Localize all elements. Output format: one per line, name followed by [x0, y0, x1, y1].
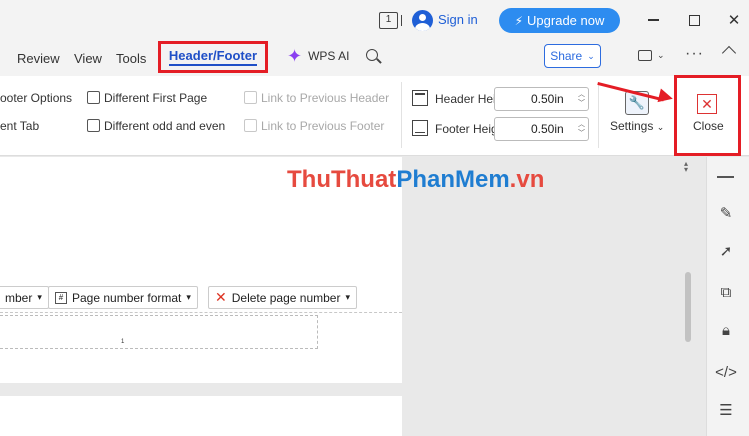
minimize-icon	[647, 19, 659, 21]
tab-header-footer[interactable]: Header/Footer	[158, 41, 268, 73]
document-page[interactable]	[0, 396, 402, 436]
scroll-top-icon[interactable]: ▴ ▾	[684, 160, 688, 174]
link-previous-header-checkbox	[244, 91, 257, 104]
toolbar-divider	[717, 176, 734, 178]
ribbon	[0, 76, 749, 156]
page-number-button[interactable]: mber ▾	[0, 286, 49, 309]
menu-review[interactable]: Review	[17, 51, 60, 66]
header-height-value: 0.50in	[531, 92, 564, 106]
delete-page-number-button[interactable]: ✕ Delete page number ▾	[208, 286, 358, 309]
maximize-button[interactable]	[682, 8, 706, 32]
delete-icon: ✕	[215, 289, 227, 305]
footer-height-stepper[interactable]: ︿ ﹀	[578, 120, 585, 138]
delete-page-number-label: Delete page number	[231, 290, 341, 305]
search-icon[interactable]	[366, 49, 378, 61]
footer-height-value: 0.50in	[531, 122, 564, 136]
footer-frame[interactable]	[0, 315, 318, 349]
footer-options-button[interactable]: ooter Options	[0, 91, 72, 105]
sparkle-icon: ✦	[287, 46, 303, 66]
maximize-icon	[688, 14, 700, 26]
menu-tools[interactable]: Tools	[116, 51, 146, 66]
copy-icon[interactable]: ⧉	[716, 282, 736, 302]
code-icon[interactable]: </>	[715, 362, 737, 382]
footer-page-number: 1	[121, 339, 125, 345]
title-bar	[0, 0, 749, 40]
page-number-label: mber	[5, 290, 33, 305]
different-odd-even-checkbox[interactable]	[87, 119, 100, 132]
chevron-down-icon: ▾	[345, 292, 351, 302]
different-first-page-label[interactable]: Different First Page	[104, 91, 207, 105]
close-header-footer-button[interactable]: Close	[693, 119, 724, 133]
header-height-stepper[interactable]: ︿ ﹀	[578, 90, 585, 108]
page-format-icon: #	[55, 291, 67, 304]
upgrade-button[interactable]: ⚡ Upgrade now	[499, 8, 620, 33]
page-number-format-button[interactable]: # Page number format ▾	[48, 286, 198, 309]
header-height-input[interactable]: 0.50in ︿ ﹀	[494, 87, 589, 111]
sliders-icon[interactable]: ☰	[716, 400, 736, 420]
settings-button[interactable]: Settings ⌄	[610, 119, 664, 133]
ribbon-separator	[401, 82, 402, 148]
different-odd-even-label[interactable]: Different odd and even	[104, 119, 225, 133]
share-label: Share	[550, 49, 583, 63]
lock-icon[interactable]: 🔒︎	[716, 320, 736, 340]
link-previous-footer-checkbox	[244, 119, 257, 132]
switch-tab-button[interactable]: ent Tab	[0, 119, 39, 133]
link-previous-footer-label: Link to Previous Footer	[261, 119, 385, 133]
footer-height-input[interactable]: 0.50in ︿ ﹀	[494, 117, 589, 141]
chevron-down-icon: ⌄	[656, 122, 665, 132]
more-icon[interactable]: ···	[685, 45, 704, 63]
different-first-page-checkbox[interactable]	[87, 91, 100, 104]
footer-height-icon	[412, 120, 428, 136]
page-count-icon[interactable]: 1	[379, 12, 402, 29]
wps-ai-label: WPS AI	[308, 49, 350, 63]
close-highlight-box	[674, 75, 741, 156]
watermark-logo: ThuThuatPhanMem.vn	[287, 166, 545, 193]
pointer-icon[interactable]: ➚	[716, 241, 736, 261]
close-header-footer-icon[interactable]: ✕	[697, 94, 717, 114]
upgrade-label: Upgrade now	[527, 13, 605, 28]
page-number-format-label: Page number format	[72, 290, 182, 305]
footer-boundary-line	[0, 312, 402, 313]
tab-header-footer-label: Header/Footer	[168, 48, 258, 66]
wps-ai-button[interactable]: ✦ WPS AI	[287, 47, 349, 65]
close-window-button[interactable]: ✕	[722, 8, 746, 32]
vertical-scrollbar[interactable]	[685, 272, 691, 342]
close-window-icon: ✕	[727, 12, 741, 29]
menu-view[interactable]: View	[74, 51, 102, 66]
signin-link[interactable]: Sign in	[438, 12, 478, 27]
comment-icon[interactable]	[638, 50, 652, 61]
header-height-icon	[412, 90, 428, 106]
ribbon-separator	[598, 82, 599, 148]
chevron-down-icon[interactable]: ⌄	[657, 50, 665, 61]
chevron-down-icon: ▾	[37, 292, 42, 302]
lightning-icon: ⚡	[514, 13, 524, 28]
chevron-down-icon: ⌄	[587, 50, 595, 61]
minimize-button[interactable]	[641, 8, 665, 32]
avatar-icon[interactable]	[412, 10, 433, 31]
share-button[interactable]: Share ⌄	[544, 44, 601, 68]
pen-icon[interactable]: ✎	[716, 203, 736, 223]
chevron-down-icon: ▾	[186, 292, 191, 302]
link-previous-header-label: Link to Previous Header	[261, 91, 390, 105]
